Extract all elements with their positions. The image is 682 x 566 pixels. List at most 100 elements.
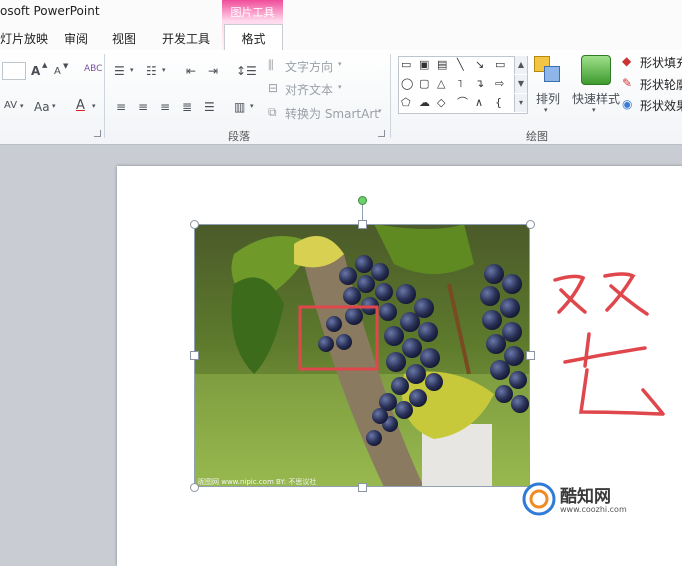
text-direction-icon: ⫼: [268, 58, 274, 72]
gallery-scroll-up-icon[interactable]: ▲: [514, 56, 527, 74]
line-spacing-icon[interactable]: ↕☰: [236, 64, 257, 78]
handwritten-annotation: [553, 272, 665, 416]
justify-icon[interactable]: ≣: [182, 100, 192, 114]
title-bar: osoft PowerPoint: [0, 0, 682, 24]
arrange-dropdown-icon: ▾: [544, 106, 548, 114]
resize-handle-left[interactable]: [190, 351, 199, 360]
paragraph-dialog-launcher-icon[interactable]: [378, 130, 385, 137]
arc-shape-icon[interactable]: ⌒: [457, 97, 468, 109]
rounded-rectangle-shape-icon[interactable]: ▢: [419, 78, 429, 90]
convert-smartart-dropdown-icon: ▾: [378, 107, 382, 115]
tab-slideshow[interactable]: 灯片放映: [0, 30, 48, 47]
text-direction-dropdown-icon: ▾: [338, 60, 342, 68]
align-center-icon[interactable]: ≡: [138, 100, 148, 114]
tab-review[interactable]: 审阅: [64, 30, 88, 47]
distribute-icon[interactable]: ☰: [204, 100, 215, 114]
decrease-indent-icon[interactable]: ⇤: [186, 64, 196, 78]
convert-smartart-icon: ⧉: [268, 105, 277, 119]
convert-smartart-button[interactable]: 转换为 SmartArt: [285, 105, 379, 122]
resize-handle-top-left[interactable]: [190, 220, 199, 229]
right-arrow-shape-icon[interactable]: ⇨: [495, 78, 504, 90]
elbow-arrow-shape-icon[interactable]: ↴: [475, 78, 484, 90]
brace-shape-icon[interactable]: {: [495, 97, 502, 109]
image-watermark: 昵图网 www.nipic.com BY: 不思议社: [198, 478, 317, 486]
triangle-shape-icon[interactable]: △: [437, 78, 445, 90]
curve-shape-icon[interactable]: ☁: [419, 97, 430, 109]
elbow-connector-shape-icon[interactable]: ˥: [457, 78, 462, 90]
change-case-button[interactable]: Aa: [34, 100, 50, 114]
tab-format-label: 格式: [241, 32, 266, 46]
clear-formatting-button[interactable]: ABC: [84, 64, 102, 74]
pentagon-shape-icon[interactable]: ⬠: [401, 97, 411, 109]
align-text-icon: ⊟: [268, 81, 279, 95]
rectangle-outline-shape-icon[interactable]: ▭: [495, 59, 505, 71]
picture-tools-label: 图片工具: [230, 6, 275, 19]
oval-shape-icon[interactable]: ◯: [401, 78, 413, 90]
font-color-button[interactable]: A: [76, 98, 85, 113]
shape-effects-icon: ◉: [622, 97, 633, 111]
ribbon-separator: [104, 54, 105, 138]
brand-url: www.coozhi.com: [560, 505, 627, 514]
diamond-shape-icon[interactable]: ◇: [437, 97, 445, 109]
grow-font-button[interactable]: A: [31, 64, 40, 78]
tab-format[interactable]: 格式: [224, 24, 283, 52]
grow-font-caret-icon: ▲: [42, 61, 48, 69]
numbering-icon[interactable]: ☷: [146, 64, 157, 78]
freeform-shape-icon[interactable]: ∧: [475, 97, 483, 109]
character-spacing-dropdown-icon: ▾: [20, 102, 24, 110]
change-case-dropdown-icon: ▾: [52, 102, 56, 110]
rectangle-shape-icon[interactable]: ▭: [401, 59, 411, 71]
brand-logo-icon: [522, 482, 556, 516]
bullets-icon[interactable]: ☰: [114, 64, 125, 78]
shape-fill-icon: ◆: [622, 54, 632, 68]
shapes-gallery[interactable]: ▭ ▣ ▤ ╲ ↘ ▭ ◯ ▢ △ ˥ ↴ ⇨ ⬠ ☁ ◇ ⌒ ∧ {: [398, 56, 528, 114]
align-text-dropdown-icon: ▾: [338, 83, 342, 91]
drawing-group-label: 绘图: [526, 130, 548, 143]
font-size-box[interactable]: [2, 62, 26, 80]
ribbon-separator: [390, 54, 391, 138]
shrink-font-button[interactable]: A: [54, 66, 61, 77]
resize-handle-bottom[interactable]: [358, 483, 367, 492]
arrow-line-shape-icon[interactable]: ↘: [475, 59, 484, 71]
resize-handle-top-right[interactable]: [526, 220, 535, 229]
window-title: osoft PowerPoint: [0, 4, 100, 18]
numbering-dropdown-icon: ▾: [162, 66, 166, 74]
brand-watermark: 酷知网 www.coozhi.com: [520, 478, 670, 518]
shape-fill-button[interactable]: 形状填充: [640, 54, 682, 71]
arrange-button[interactable]: 排列: [536, 90, 560, 107]
shrink-font-caret-icon: ▼: [63, 62, 69, 70]
rotation-handle-icon[interactable]: [358, 196, 367, 205]
columns-icon[interactable]: ▥: [234, 100, 245, 114]
paragraph-group-label: 段落: [228, 130, 250, 143]
columns-dropdown-icon: ▾: [250, 102, 254, 110]
tab-view[interactable]: 视图: [112, 30, 136, 47]
increase-indent-icon[interactable]: ⇥: [208, 64, 218, 78]
gallery-scroll-down-icon[interactable]: ▼: [514, 75, 527, 93]
ribbon: A ▲ A ▼ ABC AV ▾ Aa ▾ A ▾ ☰ ▾ ☷ ▾ ⇤ ⇥ ↕☰…: [0, 50, 682, 145]
arrange-icon[interactable]: [534, 56, 562, 84]
vertical-textbox-shape-icon[interactable]: ▤: [437, 59, 447, 71]
font-color-dropdown-icon: ▾: [92, 102, 96, 110]
bullets-dropdown-icon: ▾: [130, 66, 134, 74]
align-left-icon[interactable]: ≡: [116, 100, 126, 114]
shape-outline-button[interactable]: 形状轮廓: [640, 76, 682, 93]
character-spacing-button[interactable]: AV: [4, 100, 17, 111]
shape-effects-button[interactable]: 形状效果: [640, 97, 682, 114]
resize-handle-top[interactable]: [358, 220, 367, 229]
font-dialog-launcher-icon[interactable]: [94, 130, 101, 137]
quick-styles-button[interactable]: 快速样式: [572, 90, 620, 107]
shape-outline-icon: ✎: [622, 76, 633, 90]
ribbon-tab-bar: 灯片放映 审阅 视图 开发工具: [0, 24, 682, 51]
picture-selection-frame: [194, 224, 530, 487]
align-text-button[interactable]: 对齐文本: [285, 81, 333, 98]
gallery-more-icon[interactable]: ▾: [514, 94, 527, 112]
line-shape-icon[interactable]: ╲: [457, 59, 464, 71]
resize-handle-right[interactable]: [526, 351, 535, 360]
brand-name: 酷知网: [560, 487, 611, 507]
align-right-icon[interactable]: ≡: [160, 100, 170, 114]
tab-developer[interactable]: 开发工具: [162, 30, 210, 47]
quick-styles-dropdown-icon: ▾: [592, 106, 596, 114]
textbox-shape-icon[interactable]: ▣: [419, 59, 429, 71]
text-direction-button[interactable]: 文字方向: [285, 58, 333, 75]
quick-styles-icon[interactable]: [581, 55, 611, 85]
